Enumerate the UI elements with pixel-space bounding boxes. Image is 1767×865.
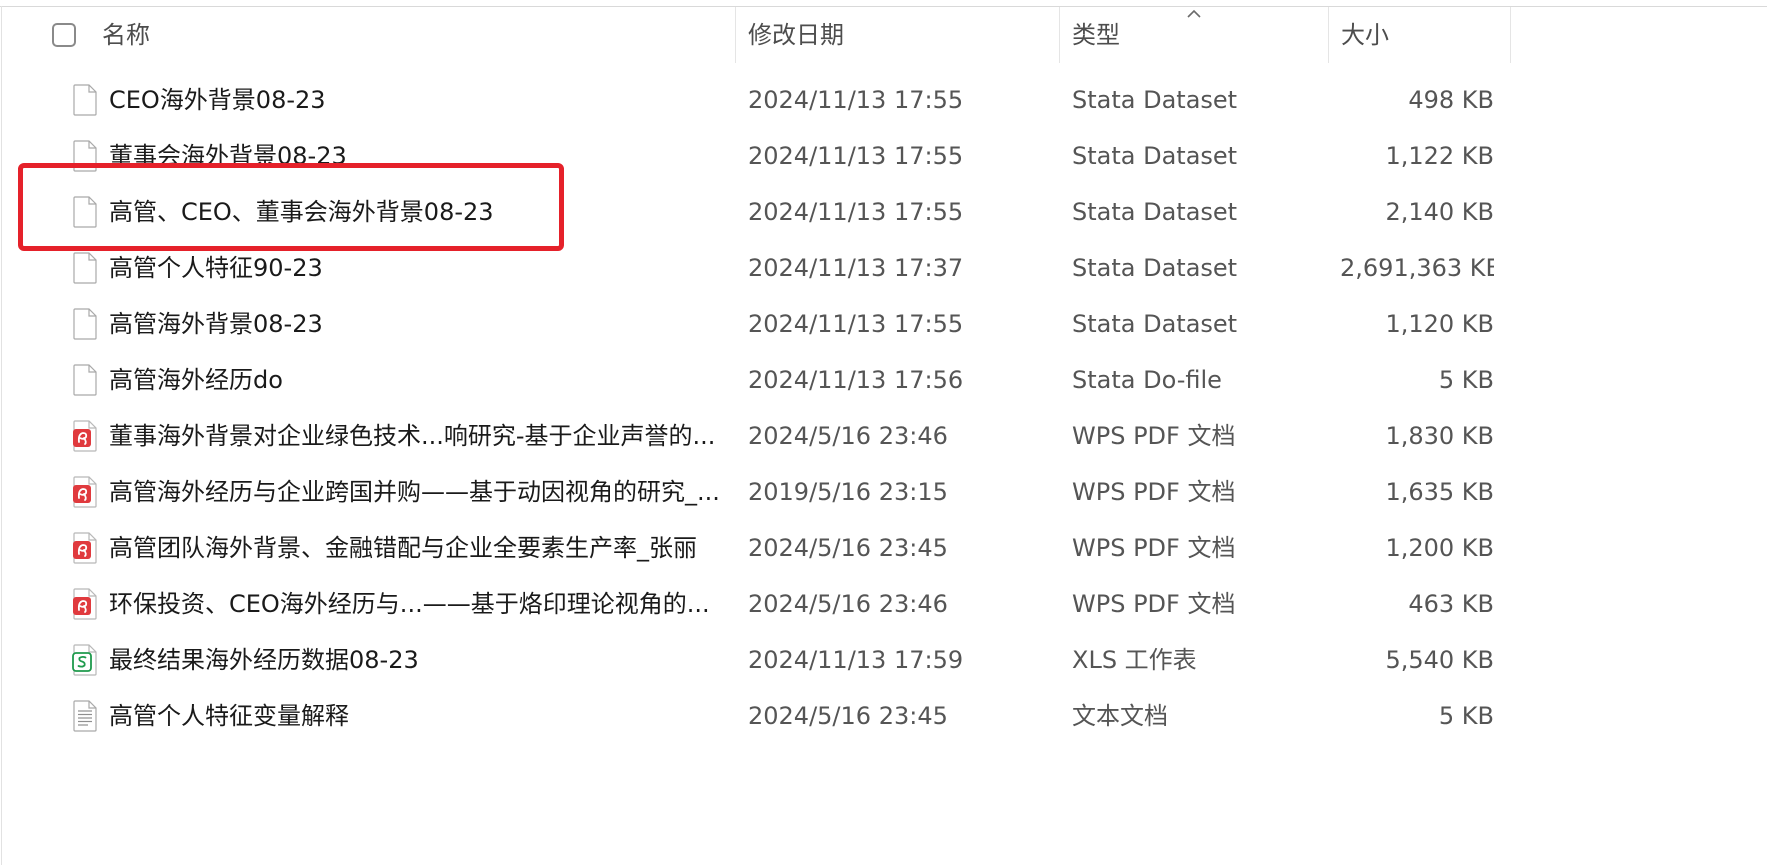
- column-header: 名称 修改日期 类型 大小: [0, 7, 1511, 63]
- wps-pdf-icon: [73, 588, 97, 620]
- column-header-date[interactable]: 修改日期: [748, 7, 1058, 63]
- file-modified-date: 2024/5/16 23:46: [748, 590, 948, 618]
- file-size: 2,140 KB: [1385, 198, 1494, 226]
- file-row[interactable]: 高管团队海外背景、金融错配与企业全要素生产率_张丽 2024/5/16 23:45…: [0, 520, 1511, 576]
- file-modified-date: 2024/5/16 23:45: [748, 702, 948, 730]
- file-size: 1,122 KB: [1385, 142, 1494, 170]
- file-row[interactable]: 高管海外背景08-23 2024/11/13 17:55 Stata Dataset…: [0, 296, 1511, 352]
- file-name: 高管、CEO、董事会海外背景08-23: [109, 198, 494, 226]
- blank-file-icon: [73, 364, 97, 396]
- file-name: 高管海外经历do: [109, 366, 283, 394]
- file-type: Stata Dataset: [1072, 142, 1238, 170]
- file-type: Stata Dataset: [1072, 310, 1238, 338]
- file-modified-date: 2024/11/13 17:37: [748, 254, 964, 282]
- file-row[interactable]: 高管、CEO、董事会海外背景08-23 2024/11/13 17:55 Stata…: [0, 184, 1511, 240]
- file-type: Stata Dataset: [1072, 198, 1238, 226]
- wps-pdf-icon: [73, 420, 97, 452]
- file-size: 1,120 KB: [1385, 310, 1494, 338]
- select-all-checkbox[interactable]: [52, 23, 76, 47]
- file-modified-date: 2024/5/16 23:46: [748, 422, 948, 450]
- wps-pdf-icon: [73, 476, 97, 508]
- column-divider[interactable]: [735, 7, 736, 63]
- file-size: 498 KB: [1408, 86, 1494, 114]
- file-size: 1,200 KB: [1385, 534, 1494, 562]
- blank-file-icon: [73, 308, 97, 340]
- file-name: 高管海外经历与企业跨国并购——基于动因视角的研究_...: [109, 478, 720, 506]
- file-type: WPS PDF 文档: [1072, 534, 1236, 562]
- file-name: 高管团队海外背景、金融错配与企业全要素生产率_张丽: [109, 534, 697, 562]
- text-document-icon: [73, 700, 97, 732]
- file-name: 最终结果海外经历数据08-23: [109, 646, 419, 674]
- column-divider[interactable]: [1510, 7, 1511, 63]
- file-name: 董事会海外背景08-23: [109, 142, 347, 170]
- file-type: WPS PDF 文档: [1072, 422, 1236, 450]
- file-name: 董事海外背景对企业绿色技术...响研究-基于企业声誉的...: [109, 422, 716, 450]
- file-modified-date: 2024/11/13 17:59: [748, 646, 964, 674]
- file-size: 463 KB: [1408, 590, 1494, 618]
- file-name: CEO海外背景08-23: [109, 86, 326, 114]
- file-modified-date: 2024/11/13 17:56: [748, 366, 964, 394]
- file-type: XLS 工作表: [1072, 646, 1197, 674]
- blank-file-icon: [73, 84, 97, 116]
- file-type: Stata Dataset: [1072, 254, 1238, 282]
- file-modified-date: 2024/11/13 17:55: [748, 198, 964, 226]
- xls-sheet-icon: [72, 644, 97, 676]
- file-row[interactable]: 高管海外经历与企业跨国并购——基于动因视角的研究_... 2019/5/16 23…: [0, 464, 1511, 520]
- column-header-name[interactable]: 名称: [102, 7, 732, 63]
- file-row[interactable]: 高管个人特征变量解释 2024/5/16 23:45 文本文档 5 KB: [0, 688, 1511, 744]
- blank-file-icon: [73, 252, 97, 284]
- file-type: WPS PDF 文档: [1072, 590, 1236, 618]
- blank-file-icon: [73, 196, 97, 228]
- sort-ascending-icon: [1187, 9, 1201, 18]
- file-modified-date: 2024/11/13 17:55: [748, 86, 964, 114]
- wps-pdf-icon: [73, 532, 97, 564]
- file-name: 高管个人特征90-23: [109, 254, 323, 282]
- blank-file-icon: [73, 140, 97, 172]
- file-type: 文本文档: [1072, 702, 1168, 730]
- file-size: 2,691,363 KB: [1340, 254, 1494, 282]
- file-type: WPS PDF 文档: [1072, 478, 1236, 506]
- column-divider[interactable]: [1328, 7, 1329, 63]
- file-size: 5,540 KB: [1385, 646, 1494, 674]
- file-row[interactable]: 高管海外经历do 2024/11/13 17:56 Stata Do-file 5 K…: [0, 352, 1511, 408]
- file-row[interactable]: 最终结果海外经历数据08-23 2024/11/13 17:59 XLS 工作表 5,…: [0, 632, 1511, 688]
- column-divider[interactable]: [1059, 7, 1060, 63]
- file-row[interactable]: 董事海外背景对企业绿色技术...响研究-基于企业声誉的... 2024/5/16 …: [0, 408, 1511, 464]
- file-modified-date: 2024/11/13 17:55: [748, 310, 964, 338]
- file-row[interactable]: 董事会海外背景08-23 2024/11/13 17:55 Stata Datase…: [0, 128, 1511, 184]
- file-modified-date: 2024/11/13 17:55: [748, 142, 964, 170]
- column-header-size[interactable]: 大小: [1341, 7, 1491, 63]
- file-row[interactable]: CEO海外背景08-23 2024/11/13 17:55 Stata Datase…: [0, 72, 1511, 128]
- file-name: 高管个人特征变量解释: [109, 702, 349, 730]
- file-row[interactable]: 环保投资、CEO海外经历与...——基于烙印理论视角的... 2024/5/16 …: [0, 576, 1511, 632]
- file-name: 高管海外背景08-23: [109, 310, 323, 338]
- file-size: 1,635 KB: [1385, 478, 1494, 506]
- file-name: 环保投资、CEO海外经历与...——基于烙印理论视角的...: [109, 590, 710, 618]
- file-modified-date: 2019/5/16 23:15: [748, 478, 948, 506]
- file-size: 1,830 KB: [1385, 422, 1494, 450]
- file-type: Stata Do-file: [1072, 366, 1222, 394]
- file-explorer-window: 名称 修改日期 类型 大小 CEO海外背景08-23 2024/11/13 17:…: [0, 0, 1767, 865]
- file-size: 5 KB: [1438, 702, 1494, 730]
- file-size: 5 KB: [1438, 366, 1494, 394]
- file-modified-date: 2024/5/16 23:45: [748, 534, 948, 562]
- file-type: Stata Dataset: [1072, 86, 1238, 114]
- file-row[interactable]: 高管个人特征90-23 2024/11/13 17:37 Stata Dataset…: [0, 240, 1511, 296]
